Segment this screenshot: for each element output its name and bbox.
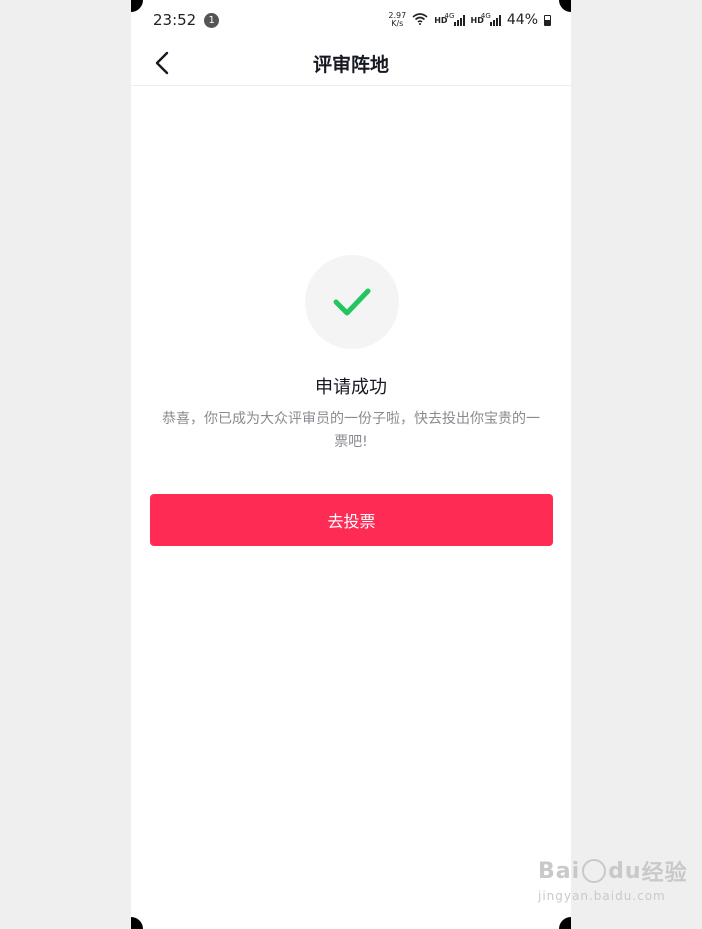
frame-corner	[131, 917, 143, 929]
page-title: 评审阵地	[312, 53, 389, 76]
network-type-label-2: 4G	[480, 11, 491, 20]
watermark-url: jingyan.baidu.com	[538, 889, 666, 903]
paw-logo-icon	[582, 859, 607, 883]
wifi-icon	[412, 13, 428, 27]
baidu-jingyan-watermark: Bai du 经验 jingyan.baidu.com	[538, 855, 688, 904]
network-type-label: 4G	[444, 11, 455, 20]
phone-screen: 23:52 1 2.97 K/s HD 4G HD 4G 44% 评审阵地 申请…	[131, 0, 571, 929]
vote-button[interactable]: 去投票	[150, 494, 553, 546]
frame-corner	[559, 917, 571, 929]
status-right: 2.97 K/s HD 4G HD 4G 44%	[388, 12, 551, 28]
watermark-brand-part1: Bai	[538, 858, 581, 884]
watermark-brand-part2: du	[608, 858, 642, 884]
status-bar: 23:52 1 2.97 K/s HD 4G HD 4G 44%	[131, 0, 571, 40]
signal-strength-icon: 4G	[445, 12, 465, 26]
success-title: 申请成功	[315, 377, 387, 398]
notification-badge: 1	[204, 12, 220, 28]
battery-icon	[544, 14, 551, 26]
checkmark-icon	[333, 288, 371, 316]
network-speed: 2.97 K/s	[388, 12, 406, 28]
status-left: 23:52 1	[153, 11, 220, 29]
battery-percent: 44%	[506, 12, 538, 28]
watermark-brand: Bai du 经验	[538, 855, 688, 887]
navigation-bar: 评审阵地	[131, 40, 571, 86]
signal-strength-icon-2: 4G	[481, 12, 501, 26]
success-badge	[305, 255, 399, 349]
status-time: 23:52	[153, 11, 197, 29]
watermark-brand-cn: 经验	[641, 861, 688, 886]
network-speed-unit: K/s	[391, 19, 404, 28]
success-description: 恭喜，你已成为大众评审员的一份子啦，快去投出你宝贵的一票吧!	[162, 411, 540, 450]
